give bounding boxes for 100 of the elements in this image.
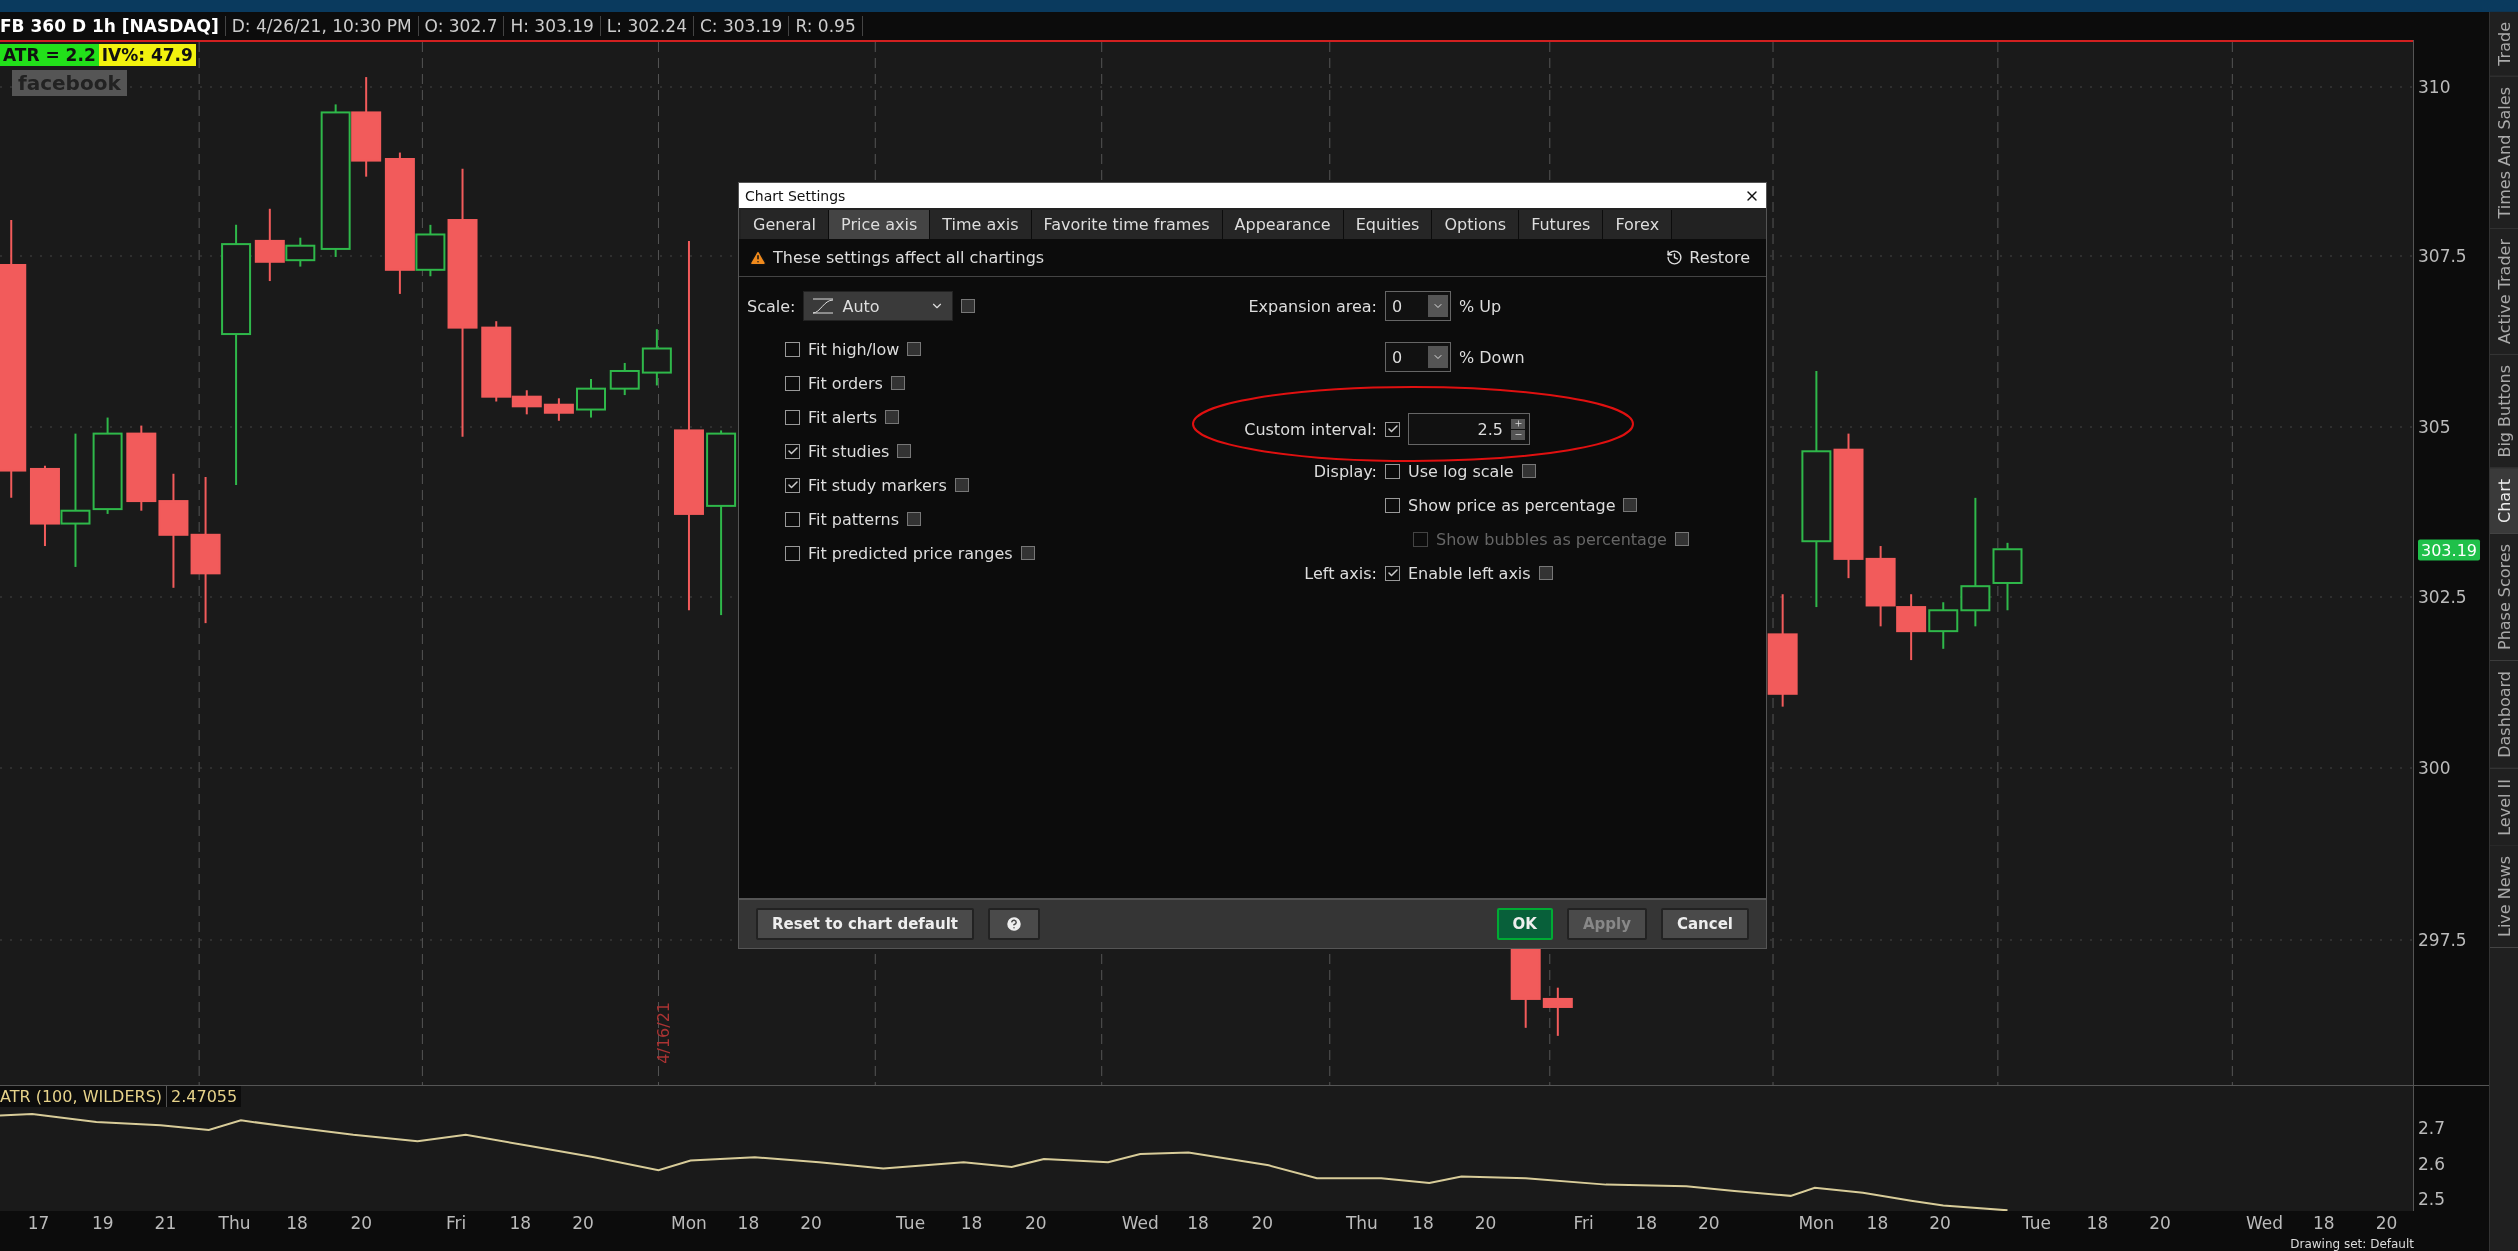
dialog-button[interactable]: OK bbox=[1496, 908, 1553, 940]
unit-label: % Up bbox=[1459, 296, 1502, 316]
popout-icon[interactable] bbox=[906, 512, 921, 526]
popout-icon[interactable] bbox=[1674, 532, 1689, 546]
settings-tab[interactable]: Time axis bbox=[930, 210, 1032, 239]
date-marker: 4/16/21 bbox=[654, 1002, 673, 1064]
popout-icon[interactable] bbox=[961, 299, 976, 313]
time-tick: 20 bbox=[1251, 1213, 1274, 1233]
quote-field: O: 302.7 bbox=[418, 16, 505, 36]
number-field[interactable]: 0 bbox=[1385, 342, 1451, 372]
dialog-title: Chart Settings bbox=[745, 187, 846, 204]
checkbox[interactable] bbox=[1385, 565, 1400, 581]
option-label: Fit high/low bbox=[808, 339, 900, 359]
popout-icon[interactable] bbox=[897, 444, 912, 458]
time-tick: 18 bbox=[2086, 1213, 2109, 1233]
price-tick: 305 bbox=[2418, 417, 2451, 437]
time-tick: 18 bbox=[1412, 1213, 1434, 1233]
time-tick: 21 bbox=[154, 1213, 177, 1233]
popout-icon[interactable] bbox=[1623, 498, 1638, 512]
checkbox[interactable] bbox=[785, 443, 800, 459]
time-tick: 20 bbox=[2149, 1213, 2171, 1233]
settings-tab[interactable]: Options bbox=[1432, 210, 1520, 239]
popout-icon[interactable] bbox=[954, 478, 969, 492]
drawing-set-label: Drawing set: Default bbox=[2290, 1237, 2414, 1251]
interval-field[interactable]: 2.5 bbox=[1408, 413, 1530, 445]
option-label: Fit study markers bbox=[808, 475, 947, 495]
checkbox[interactable] bbox=[1385, 497, 1400, 513]
settings-tab[interactable]: Price axis bbox=[829, 210, 931, 239]
settings-tab[interactable]: General bbox=[741, 210, 830, 239]
study-label: ATR = 2.2 bbox=[0, 44, 99, 66]
option-label: Use log scale bbox=[1408, 461, 1514, 481]
time-tick: Tue bbox=[2021, 1213, 2051, 1233]
time-tick: 20 bbox=[1929, 1213, 1951, 1233]
time-tick: Mon bbox=[1798, 1213, 1835, 1233]
popout-icon[interactable] bbox=[1521, 464, 1536, 478]
popout-icon[interactable] bbox=[890, 376, 905, 390]
help-button[interactable] bbox=[987, 908, 1040, 940]
option-label: Fit studies bbox=[808, 441, 890, 461]
checkbox[interactable] bbox=[1385, 421, 1400, 437]
time-tick: 20 bbox=[800, 1213, 822, 1233]
plus-icon[interactable] bbox=[1513, 419, 1523, 428]
time-tick: 18 bbox=[1866, 1213, 1889, 1233]
popout-icon[interactable] bbox=[885, 410, 900, 424]
time-tick: 20 bbox=[572, 1213, 594, 1233]
settings-tab[interactable]: Favorite time frames bbox=[1031, 210, 1223, 239]
history-icon bbox=[1666, 249, 1684, 266]
checkbox[interactable] bbox=[785, 375, 800, 391]
study-tick: 2.6 bbox=[2418, 1154, 2446, 1174]
dialog-button[interactable]: Cancel bbox=[1661, 908, 1749, 940]
price-tick: 297.5 bbox=[2418, 930, 2467, 950]
field-label: Custom interval: bbox=[1243, 419, 1377, 439]
price-tick: 300 bbox=[2418, 758, 2451, 778]
curve-icon bbox=[812, 298, 835, 314]
option-label: Fit orders bbox=[808, 373, 883, 393]
candle bbox=[1896, 593, 1927, 662]
time-tick: Wed bbox=[2245, 1213, 2283, 1233]
checkbox[interactable] bbox=[785, 477, 800, 493]
quote-field: R: 0.95 bbox=[789, 16, 863, 36]
time-tick: 20 bbox=[1697, 1213, 1720, 1233]
settings-tab[interactable]: Appearance bbox=[1222, 210, 1344, 239]
time-tick: 18 bbox=[737, 1213, 760, 1233]
checkbox[interactable] bbox=[785, 511, 800, 527]
time-tick: Tue bbox=[896, 1213, 926, 1233]
option-label: Show price as percentage bbox=[1408, 495, 1616, 515]
time-tick: 18 bbox=[509, 1213, 532, 1233]
number-field[interactable]: 0 bbox=[1385, 291, 1451, 321]
checkbox[interactable] bbox=[1385, 463, 1400, 479]
dialog-button[interactable]: Reset to chart default bbox=[756, 908, 974, 940]
time-tick: Fri bbox=[445, 1213, 467, 1233]
study-tick: 2.7 bbox=[2418, 1118, 2446, 1138]
popout-icon[interactable] bbox=[1020, 546, 1035, 560]
side-tab[interactable]: Chart bbox=[2490, 468, 2518, 534]
checkbox[interactable] bbox=[785, 341, 800, 357]
symbol-title: FB 360 D 1h [NASDAQ] bbox=[0, 16, 226, 36]
settings-tab[interactable]: Forex bbox=[1603, 210, 1673, 239]
price-tick: 307.5 bbox=[2418, 246, 2467, 266]
candle bbox=[576, 378, 606, 419]
popout-icon[interactable] bbox=[1538, 566, 1553, 580]
time-tick: 18 bbox=[960, 1213, 983, 1233]
scale-label: Scale: bbox=[747, 296, 796, 316]
option-label: Enable left axis bbox=[1408, 563, 1531, 583]
time-tick: Thu bbox=[218, 1213, 251, 1233]
restore-button[interactable]: Restore bbox=[1660, 247, 1756, 268]
quote-field: C: 303.19 bbox=[693, 16, 790, 36]
time-tick: 20 bbox=[350, 1213, 373, 1233]
time-tick: 20 bbox=[1025, 1213, 1047, 1233]
scale-dropdown[interactable]: Auto bbox=[803, 291, 954, 321]
unit-label: % Down bbox=[1459, 347, 1525, 367]
quote-field: D: 4/26/21, 10:30 PM bbox=[225, 16, 419, 36]
time-tick: 17 bbox=[27, 1213, 50, 1233]
settings-tab[interactable]: Equities bbox=[1343, 210, 1433, 239]
popout-icon[interactable] bbox=[907, 342, 922, 356]
checkbox[interactable] bbox=[785, 409, 800, 425]
candle bbox=[543, 397, 574, 422]
checkbox[interactable] bbox=[785, 545, 800, 561]
settings-tab[interactable]: Futures bbox=[1519, 210, 1604, 239]
option-label: Fit patterns bbox=[808, 509, 899, 529]
study-label: IV%: 47.9 bbox=[98, 44, 196, 66]
time-tick: 18 bbox=[1187, 1213, 1209, 1233]
last-price-badge: 303.19 bbox=[2418, 539, 2480, 561]
